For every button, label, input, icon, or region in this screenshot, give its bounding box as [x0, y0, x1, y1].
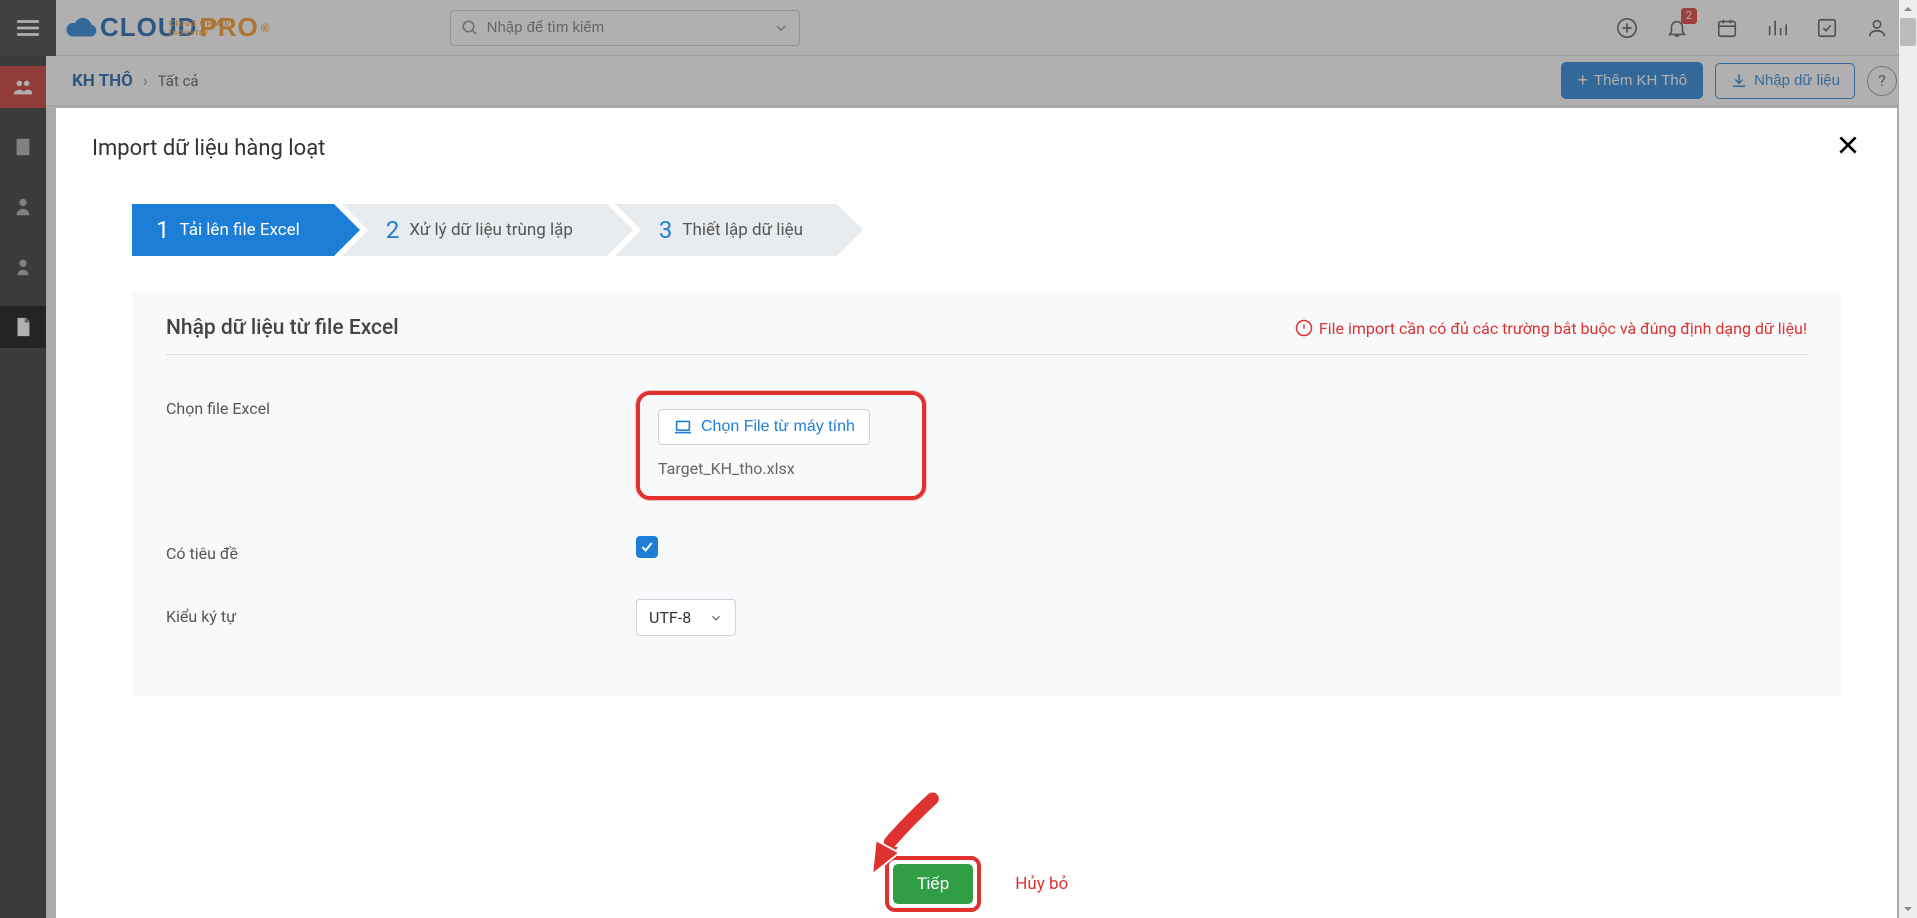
calendar-icon: [1716, 17, 1738, 39]
scroll-down-icon[interactable]: [1902, 903, 1914, 915]
person-icon: [12, 256, 34, 278]
row-has-header: Có tiêu đề: [166, 536, 1807, 563]
wizard-stepper: 1 Tải lên file Excel 2 Xử lý dữ liệu trù…: [132, 204, 1861, 256]
sidebar-item-person[interactable]: [0, 246, 46, 288]
laptop-icon: [673, 419, 693, 435]
warning-message: File import cần có đủ các trường bắt buộ…: [1295, 319, 1807, 338]
label-choose-file: Chọn file Excel: [166, 391, 636, 418]
scroll-up-icon[interactable]: [1902, 3, 1914, 15]
close-button[interactable]: [1835, 132, 1861, 164]
search-input[interactable]: [487, 19, 773, 36]
user-icon: [1866, 17, 1888, 39]
import-data-button[interactable]: Nhập dữ liệu: [1715, 63, 1855, 99]
import-modal: Import dữ liệu hàng loạt 1 Tải lên file …: [56, 108, 1897, 918]
plus-icon: +: [1577, 70, 1588, 91]
check-square-icon: [1816, 17, 1838, 39]
top-header: CLOUDPRO® Cloud CRM by Industry 2: [0, 0, 1917, 56]
selected-file-name: Target_KH_tho.xlsx: [658, 459, 904, 478]
help-button[interactable]: ?: [1867, 66, 1897, 96]
row-choose-file: Chọn file Excel Chọn File từ máy tính Ta…: [166, 391, 1807, 500]
breadcrumb-main[interactable]: KH THÔ: [72, 71, 133, 91]
sidebar-item-leads[interactable]: [0, 66, 46, 108]
choose-file-button[interactable]: Chọn File từ máy tính: [658, 409, 870, 445]
modal-footer: Tiếp Hủy bỏ: [56, 856, 1897, 912]
hamburger-menu[interactable]: [0, 0, 56, 56]
close-icon: [1835, 132, 1861, 158]
add-kh-tho-button[interactable]: + Thêm KH Thô: [1561, 62, 1703, 99]
add-button[interactable]: [1615, 16, 1639, 40]
scrollbar[interactable]: [1899, 0, 1917, 918]
breadcrumb-sub[interactable]: Tất cả: [158, 72, 199, 90]
chevron-down-icon[interactable]: [773, 19, 789, 37]
label-has-header: Có tiêu đề: [166, 536, 636, 563]
calendar-button[interactable]: [1715, 16, 1739, 40]
sidebar-item-company[interactable]: [0, 126, 46, 168]
breadcrumb: KH THÔ › Tất cả: [72, 71, 199, 91]
global-search[interactable]: [450, 10, 800, 46]
check-icon: [639, 539, 655, 555]
user-tie-icon: [12, 196, 34, 218]
sub-header: KH THÔ › Tất cả + Thêm KH Thô Nhập dữ li…: [0, 56, 1917, 106]
scroll-thumb[interactable]: [1900, 18, 1916, 46]
next-highlight-annotation: Tiếp: [885, 856, 981, 912]
hamburger-icon: [15, 15, 41, 41]
profile-button[interactable]: [1865, 16, 1889, 40]
step-1[interactable]: 1 Tải lên file Excel: [132, 204, 334, 256]
charset-select[interactable]: UTF-8: [636, 599, 736, 636]
next-button[interactable]: Tiếp: [893, 864, 973, 904]
modal-header: Import dữ liệu hàng loạt: [92, 132, 1861, 164]
plus-circle-icon: [1616, 17, 1638, 39]
row-charset: Kiểu ký tự UTF-8: [166, 599, 1807, 636]
cancel-button[interactable]: Hủy bỏ: [1015, 874, 1068, 894]
chevron-down-icon: [709, 611, 723, 625]
analytics-button[interactable]: [1765, 16, 1789, 40]
step-3[interactable]: 3 Thiết lập dữ liệu: [615, 204, 837, 256]
header-actions: 2: [1615, 16, 1917, 40]
users-icon: [12, 76, 34, 98]
breadcrumb-sep: ›: [143, 71, 148, 90]
info-icon: [1295, 319, 1313, 337]
sidebar-item-document[interactable]: [0, 306, 46, 348]
tasks-button[interactable]: [1815, 16, 1839, 40]
file-highlight-annotation: Chọn File từ máy tính Target_KH_tho.xlsx: [636, 391, 926, 500]
modal-title: Import dữ liệu hàng loạt: [92, 136, 325, 161]
upload-card: Nhập dữ liệu từ file Excel File import c…: [132, 292, 1841, 696]
download-icon: [1730, 72, 1748, 90]
chart-icon: [1766, 17, 1788, 39]
charset-value: UTF-8: [649, 608, 691, 627]
card-header: Nhập dữ liệu từ file Excel File import c…: [166, 316, 1807, 355]
logo-subtitle: Cloud CRM by Industry: [169, 19, 270, 37]
label-charset: Kiểu ký tự: [166, 599, 636, 626]
search-icon: [461, 19, 479, 37]
step-2[interactable]: 2 Xử lý dữ liệu trùng lặp: [342, 204, 607, 256]
sidebar-item-contact[interactable]: [0, 186, 46, 228]
document-icon: [12, 316, 34, 338]
cloud-icon: [64, 14, 98, 42]
building-icon: [12, 136, 34, 158]
notif-badge: 2: [1681, 8, 1697, 24]
logo[interactable]: CLOUDPRO® Cloud CRM by Industry: [64, 12, 270, 43]
left-sidebar: [0, 56, 46, 918]
sub-header-actions: + Thêm KH Thô Nhập dữ liệu ?: [1561, 62, 1897, 99]
notifications-button[interactable]: 2: [1665, 16, 1689, 40]
has-header-checkbox[interactable]: [636, 536, 658, 558]
card-title: Nhập dữ liệu từ file Excel: [166, 316, 399, 340]
